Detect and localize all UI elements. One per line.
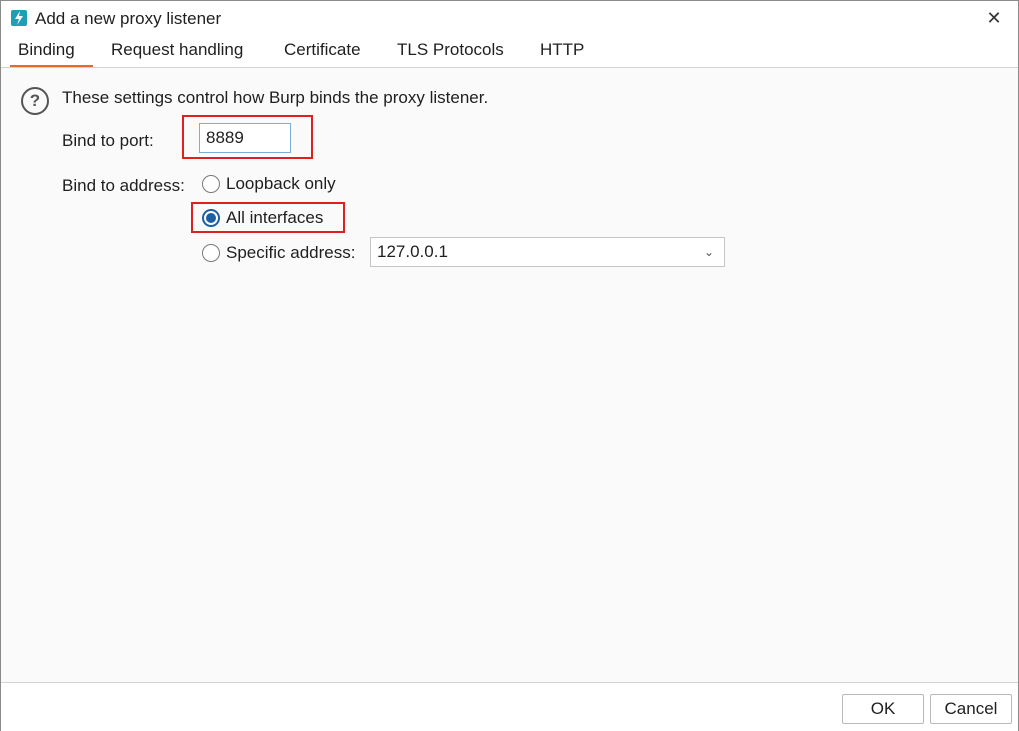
- binding-panel: ? These settings control how Burp binds …: [1, 68, 1018, 682]
- tab-certificate[interactable]: Certificate: [284, 40, 361, 66]
- close-icon[interactable]: ✕: [984, 8, 1004, 28]
- tab-binding[interactable]: Binding: [10, 40, 93, 67]
- tab-bar: Binding Request handling Certificate TLS…: [1, 37, 1018, 68]
- specific-address-select[interactable]: 127.0.0.1 ⌄: [370, 237, 725, 267]
- radio-button[interactable]: [202, 175, 220, 193]
- radio-loopback-label: Loopback only: [226, 174, 336, 193]
- port-label: Bind to port:: [62, 131, 154, 150]
- radio-all-interfaces[interactable]: All interfaces: [202, 208, 323, 228]
- address-label: Bind to address:: [62, 176, 185, 195]
- radio-button[interactable]: [202, 244, 220, 262]
- dialog-footer: OK Cancel: [1, 682, 1018, 731]
- question-icon: ?: [21, 87, 49, 115]
- radio-specific-label: Specific address:: [226, 243, 356, 262]
- tab-http[interactable]: HTTP: [540, 40, 584, 66]
- window-title: Add a new proxy listener: [35, 9, 222, 28]
- chevron-down-icon[interactable]: ⌄: [704, 238, 714, 266]
- cancel-button[interactable]: Cancel: [930, 694, 1012, 724]
- radio-specific-address[interactable]: Specific address:: [202, 243, 355, 263]
- title-bar: Add a new proxy listener ✕: [1, 1, 1018, 37]
- help-text: These settings control how Burp binds th…: [62, 88, 489, 107]
- radio-all-label: All interfaces: [226, 208, 324, 227]
- tab-tls-protocols[interactable]: TLS Protocols: [397, 40, 504, 66]
- radio-button-selected[interactable]: [202, 209, 220, 227]
- burp-lightning-icon: [11, 10, 27, 26]
- ok-button[interactable]: OK: [842, 694, 924, 724]
- specific-address-value: 127.0.0.1: [377, 242, 448, 261]
- radio-loopback-only[interactable]: Loopback only: [202, 174, 336, 194]
- tab-request-handling[interactable]: Request handling: [111, 40, 243, 66]
- port-input[interactable]: [199, 123, 291, 153]
- dialog-window: Add a new proxy listener ✕ Binding Reque…: [0, 0, 1019, 731]
